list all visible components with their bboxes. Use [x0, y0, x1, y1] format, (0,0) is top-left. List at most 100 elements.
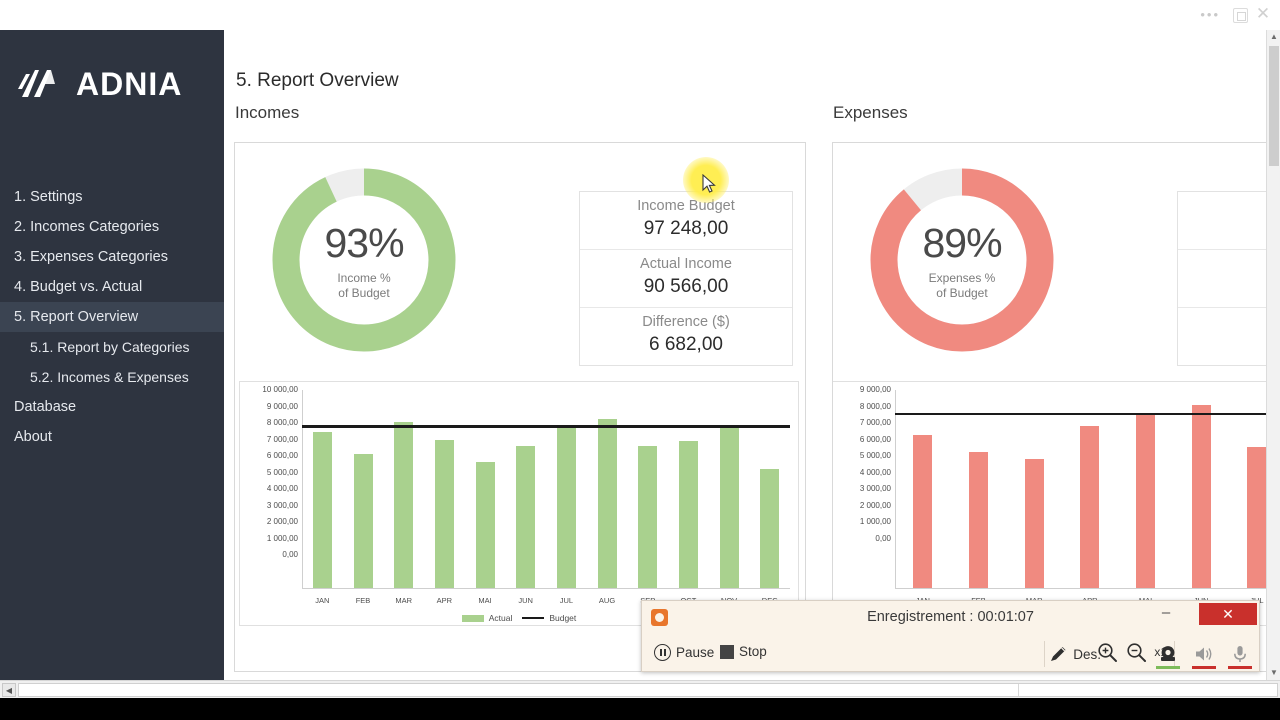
sidebar-item-budget-vs-actual[interactable]: 4. Budget vs. Actual [0, 272, 224, 302]
y-axis-tick: 4 000,00 [266, 484, 298, 494]
kpi-label: Income Budget [637, 198, 735, 214]
incomes-donut-center: 93% Income % of Budget [269, 165, 459, 355]
vertical-scrollbar[interactable]: ▲ ▼ [1266, 30, 1280, 680]
bar [638, 446, 658, 588]
incomes-plot-area [302, 390, 790, 589]
x-axis-line [302, 588, 790, 589]
horizontal-scrollbar-track[interactable] [18, 683, 1278, 697]
sidebar-item-label: 2. Incomes Categories [14, 219, 160, 235]
bar-column [627, 390, 668, 588]
bar-column [302, 390, 343, 588]
sidebar-item-report-overview[interactable]: 5. Report Overview [0, 302, 224, 332]
screen-root: ••• ✕ ADNIA 1. Settings 2. Incomes Categ… [0, 0, 1280, 720]
bar [475, 462, 495, 588]
bar-column [1118, 390, 1174, 588]
legend-swatch-icon [461, 614, 484, 622]
stop-button[interactable]: Stop [720, 644, 767, 659]
expenses-donut-caption-line1: Expenses % [928, 270, 996, 285]
kpi-value: 90 566,00 [643, 276, 729, 297]
incomes-panel: Incomes 93% Income % of Budget Income Bu… [234, 103, 806, 672]
screen-recorder-toolbar: Enregistrement : 00:01:07 – ✕ Pause Stop… [641, 600, 1260, 672]
bar [913, 435, 933, 588]
microphone-toggle[interactable] [1227, 639, 1253, 669]
sidebar-item-label: 5.1. Report by Categories [30, 339, 190, 355]
bar-column [951, 390, 1007, 588]
y-axis-tick: 0,00 [282, 550, 298, 560]
zoom-out-icon[interactable] [1125, 641, 1147, 663]
bar-column [424, 390, 465, 588]
pause-button[interactable]: Pause [654, 644, 714, 661]
bar [516, 446, 536, 588]
adnia-logo-icon [18, 70, 55, 97]
horizontal-scrollbar[interactable]: ◀ [0, 680, 1280, 698]
bar [719, 424, 739, 588]
webcam-toggle[interactable] [1155, 639, 1181, 669]
incomes-donut-chart: 93% Income % of Budget [269, 165, 459, 355]
kpi-value: 6 682,00 [649, 334, 723, 355]
more-options-icon[interactable]: ••• [1200, 8, 1220, 21]
bar [394, 421, 414, 588]
bar [312, 431, 332, 588]
zoom-in-icon[interactable] [1096, 641, 1118, 663]
scroll-up-icon[interactable]: ▲ [1267, 30, 1280, 44]
bar [1080, 425, 1100, 588]
recorder-close-button[interactable]: ✕ [1199, 603, 1257, 625]
kpi-value: 8 [1178, 276, 1266, 298]
speaker-toggle[interactable] [1191, 639, 1217, 669]
pause-icon [654, 644, 671, 661]
expenses-panel: Expenses 89% Expenses % of Budget Expe [832, 103, 1266, 672]
bar [969, 451, 988, 588]
incomes-donut-caption: Income % of Budget [337, 271, 390, 301]
expenses-donut-caption: Expenses % of Budget [929, 271, 996, 301]
kpi-label: Difference ($) [642, 314, 730, 330]
stop-button-label: Stop [739, 644, 767, 659]
bar [597, 418, 617, 588]
bar-column [1062, 390, 1118, 588]
sidebar: ADNIA 1. Settings 2. Incomes Categories … [0, 30, 224, 680]
microphone-icon [1234, 646, 1246, 662]
page-title: 5. Report Overview [236, 70, 399, 91]
sidebar-item-about[interactable]: About [0, 422, 224, 452]
sidebar-item-incomes-and-expenses[interactable]: 5.2. Incomes & Expenses [0, 362, 224, 392]
sidebar-item-database[interactable]: Database [0, 392, 224, 422]
x-axis-tick: APR [436, 596, 453, 605]
bar-column [1173, 390, 1229, 588]
stop-icon [720, 644, 734, 659]
sidebar-item-report-by-categories[interactable]: 5.1. Report by Categories [0, 332, 224, 362]
mouse-cursor-icon [702, 174, 716, 193]
x-axis-tick: FEB [355, 596, 371, 605]
expenses-donut-caption-line2: of Budget [936, 285, 988, 300]
legend-item-actual: Actual [461, 613, 512, 623]
incomes-budget-line [302, 425, 790, 428]
legend-line-icon [522, 616, 545, 620]
kpi-label: Actual Income [640, 256, 732, 272]
sidebar-item-label: 5.2. Incomes & Expenses [30, 369, 189, 385]
sidebar-item-expenses-categories[interactable]: 3. Expenses Categories [0, 242, 224, 272]
sidebar-item-settings[interactable]: 1. Settings [0, 182, 224, 212]
expenses-donut-chart: 89% Expenses % of Budget [867, 165, 1057, 355]
scroll-left-icon[interactable]: ◀ [2, 683, 16, 697]
bar-column [587, 390, 628, 588]
expenses-donut-percent: 89% [922, 219, 1002, 266]
sidebar-item-incomes-categories[interactable]: 2. Incomes Categories [0, 212, 224, 242]
y-axis-tick: 5 000,00 [266, 467, 298, 477]
kpi-label: Act [1178, 256, 1266, 272]
draw-button[interactable]: Des. [1048, 644, 1101, 664]
bar [760, 469, 780, 588]
bar-column [668, 390, 709, 588]
restore-window-icon[interactable] [1233, 8, 1248, 23]
x-axis-tick: MAI [478, 596, 492, 605]
kpi-expense-difference: Di 1 [1178, 308, 1266, 365]
close-window-icon[interactable]: ✕ [1254, 5, 1272, 23]
speaker-status-underline [1192, 666, 1216, 669]
bar-column [749, 390, 790, 588]
y-axis-tick: 2 000,00 [859, 500, 891, 510]
horizontal-scrollbar-thumb[interactable] [19, 684, 1019, 696]
legend-label: Budget [549, 613, 577, 623]
bar [678, 441, 698, 588]
pause-button-label: Pause [676, 645, 715, 660]
vertical-scrollbar-thumb[interactable] [1269, 46, 1279, 166]
toolbar-divider [1044, 641, 1045, 667]
recorder-minimize-button[interactable]: – [1151, 605, 1181, 625]
scroll-down-icon[interactable]: ▼ [1267, 666, 1280, 680]
